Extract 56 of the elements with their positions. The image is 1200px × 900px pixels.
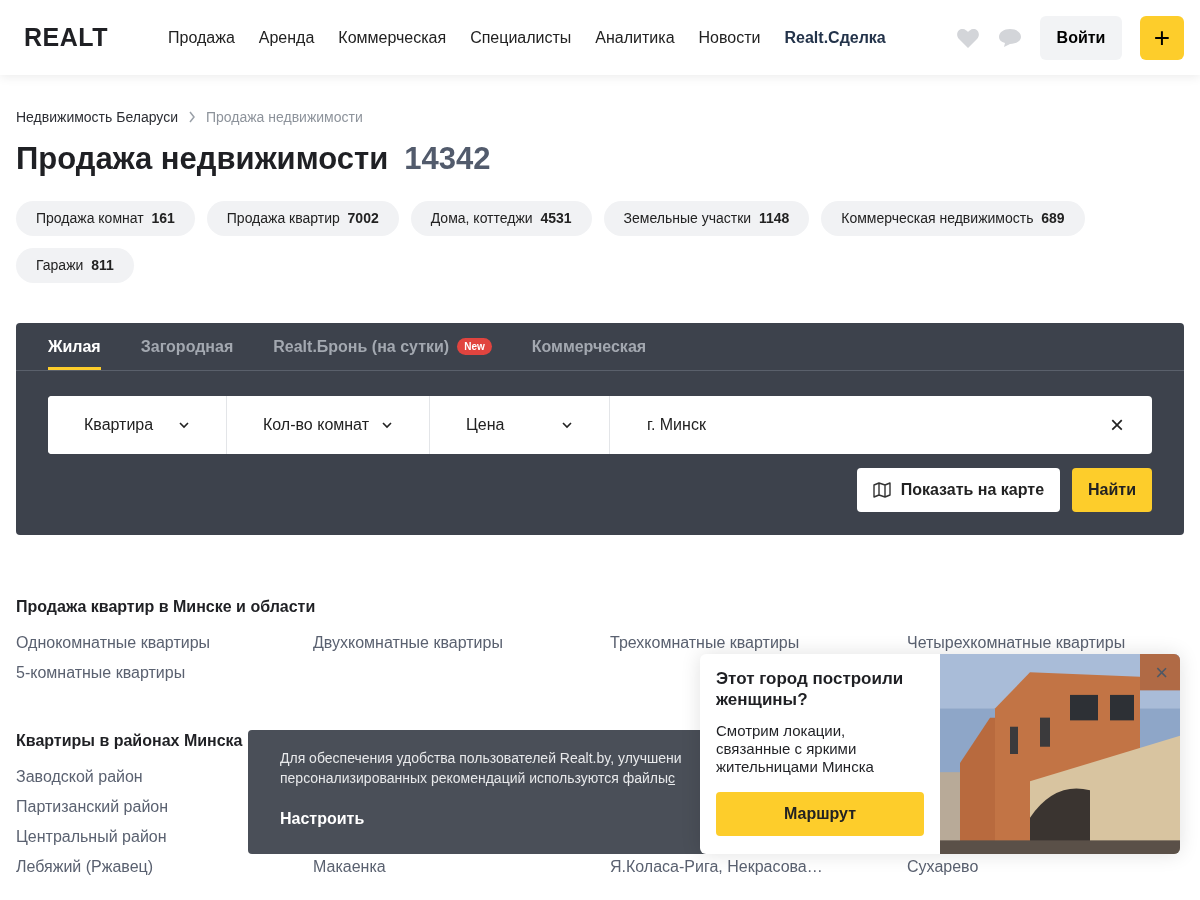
nav-link[interactable]: Новости	[698, 28, 761, 47]
nav-link[interactable]: Коммерческая	[338, 28, 447, 47]
chat-icon[interactable]	[998, 27, 1022, 48]
listing-link[interactable]: Трехкомнатные квартиры	[610, 633, 800, 653]
nav-link[interactable]: Продажа	[168, 28, 235, 47]
breadcrumb-link[interactable]: Недвижимость Беларуси	[16, 109, 178, 125]
listing-link[interactable]: Двухкомнатные квартиры	[313, 633, 503, 653]
category-chip[interactable]: Гаражи 811	[16, 248, 134, 283]
section-title: Продажа квартир в Минске и области	[16, 597, 316, 617]
cookie-text: Для обеспечения удобства пользователей Realt.by, улучшени	[280, 749, 682, 768]
nav-link[interactable]: Realt.Сделка	[784, 28, 886, 47]
search-tab[interactable]: Загородная	[140, 323, 234, 370]
nav-link[interactable]: Специалисты	[470, 28, 572, 47]
search-tab[interactable]: Коммерческая	[531, 323, 647, 370]
cookie-link[interactable]: c	[668, 770, 676, 786]
route-button[interactable]: Маршрут	[716, 792, 924, 836]
login-button[interactable]: Войти	[1040, 15, 1122, 60]
search-tab[interactable]: Жилая	[48, 323, 101, 370]
heart-icon[interactable]	[956, 26, 980, 49]
listing-link[interactable]: Заводской район	[16, 767, 143, 787]
caret-icon	[178, 421, 190, 429]
listing-link[interactable]: Я.Коласа-Рига, Некрасова…	[610, 857, 823, 877]
show-map-button[interactable]: Показать на карте	[856, 468, 1061, 512]
filter-dropdown[interactable]: Квартира	[48, 396, 227, 454]
listing-link[interactable]: Сухарево	[907, 857, 979, 877]
category-chip[interactable]: Коммерческая недвижимость 689	[821, 201, 1085, 236]
settings-button[interactable]: Настроить	[280, 810, 365, 828]
section-title: Квартиры в районах Минска	[16, 731, 243, 751]
clear-button[interactable]: ×	[1110, 411, 1124, 439]
cookie-text: персонализированных рекомендаций используются файлы	[280, 770, 669, 786]
listing-link[interactable]: 5-комнатные квартиры	[16, 663, 186, 683]
listing-link[interactable]: Партизанский район	[16, 797, 169, 817]
add-button[interactable]: +	[1140, 15, 1184, 60]
map-icon	[872, 482, 891, 498]
listing-link[interactable]: Макаенка	[313, 857, 386, 877]
listing-link[interactable]: Четырехкомнатные квартиры	[907, 633, 1126, 653]
listing-link[interactable]: Однокомнатные квартиры	[16, 633, 211, 653]
search-tab[interactable]: Realt.Бронь (на сутки) New	[273, 323, 492, 370]
logo[interactable]: REALT	[24, 23, 144, 52]
promo-title: Этот город построили женщины?	[716, 668, 905, 710]
nav-link[interactable]: Аренда	[258, 28, 315, 47]
caret-icon	[381, 421, 393, 429]
category-chip[interactable]: Продажа комнат 161	[16, 201, 195, 236]
nav-link[interactable]: Аналитика	[595, 28, 675, 47]
listing-link[interactable]: Центральный район	[16, 827, 167, 847]
promo-text: Смотрим локации, связанные с яркими жительницами Минска	[716, 722, 875, 776]
listing-link[interactable]: Лебяжий (Ржавец)	[16, 857, 154, 877]
category-chip[interactable]: Дома, коттеджи 4531	[410, 201, 592, 236]
category-chip[interactable]: Земельные участки 1148	[603, 201, 810, 236]
category-chip[interactable]: Продажа квартир 7002	[206, 201, 399, 236]
find-button[interactable]: Найти	[1072, 468, 1152, 512]
new-badge: New	[457, 338, 492, 355]
total-count: 14342	[404, 141, 491, 177]
chevron-icon	[187, 111, 196, 123]
caret-icon	[561, 421, 573, 429]
page-title: Продажа недвижимости	[16, 141, 389, 177]
